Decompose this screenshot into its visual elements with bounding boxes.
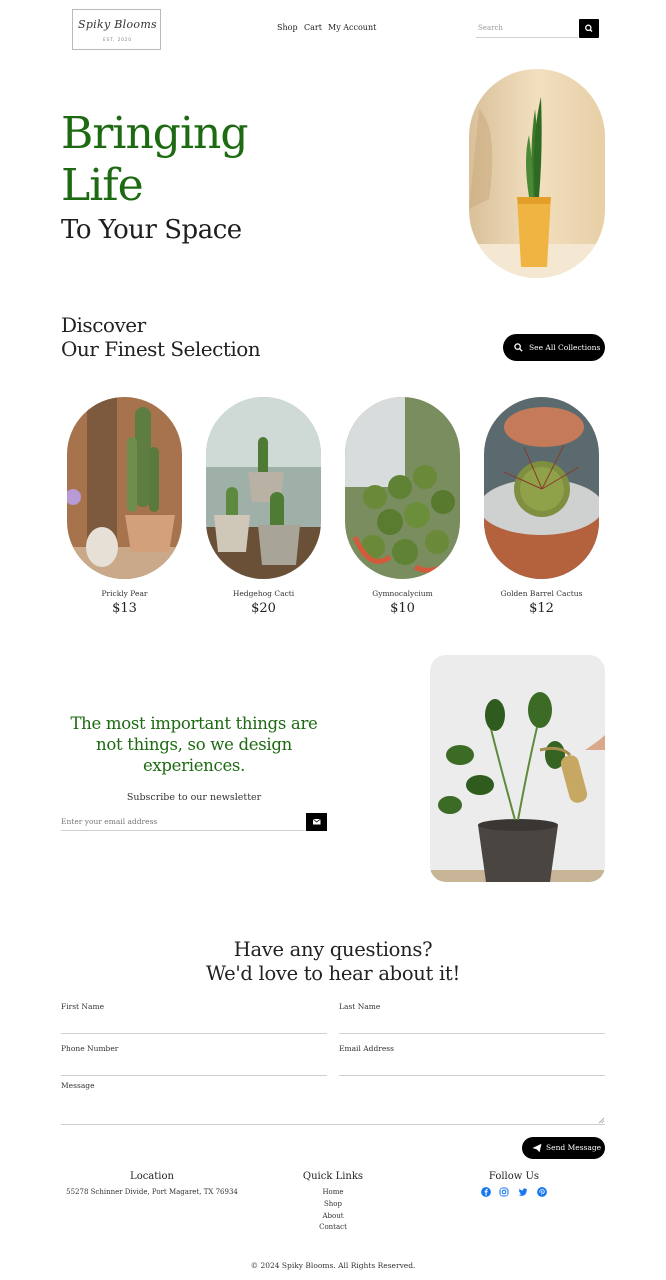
contact-heading-line2: We'd love to hear about it!: [205, 962, 461, 985]
discover-heading: Discover Our Finest Selection: [61, 313, 261, 361]
search-icon: [514, 343, 523, 352]
search-button[interactable]: [579, 19, 599, 38]
logo-subtext: EST. 2020: [103, 37, 132, 42]
product-card[interactable]: Prickly Pear $13: [67, 397, 182, 616]
footer-link-about[interactable]: About: [283, 1212, 383, 1220]
instagram-icon[interactable]: [499, 1187, 509, 1197]
hero-title: Bringing Life: [61, 108, 249, 212]
first-name-label: First Name: [61, 1002, 105, 1011]
discover-line2: Our Finest Selection: [61, 337, 261, 361]
product-card[interactable]: Gymnocalycium $10: [345, 397, 460, 616]
nav-cart[interactable]: Cart: [304, 23, 322, 32]
last-name-label: Last Name: [339, 1002, 381, 1011]
first-name-field[interactable]: [61, 1033, 327, 1034]
hero-image: [469, 69, 605, 278]
footer-location-title: Location: [130, 1171, 174, 1182]
pinterest-icon[interactable]: [537, 1187, 547, 1197]
footer-link-home[interactable]: Home: [283, 1188, 383, 1196]
product-card[interactable]: Hedgehog Cacti $20: [206, 397, 321, 616]
discover-line1: Discover: [61, 313, 146, 337]
footer-quick-links-title: Quick Links: [302, 1171, 364, 1182]
newsletter-quote: The most important things are not things…: [70, 714, 318, 775]
last-name-field[interactable]: [339, 1033, 605, 1034]
copyright-text: © 2024 Spiky Blooms. All Rights Reserved…: [250, 1261, 416, 1270]
product-name: Gymnocalycium: [372, 589, 433, 598]
envelope-icon: [312, 818, 321, 825]
product-name: Prickly Pear: [101, 589, 148, 598]
search-input[interactable]: Search: [476, 19, 578, 38]
contact-heading-line1: Have any questions?: [233, 938, 433, 961]
send-message-button[interactable]: Send Message: [522, 1137, 605, 1159]
newsletter-label: Subscribe to our newsletter: [126, 792, 262, 803]
product-image: [206, 397, 321, 579]
watering-plant-image: [430, 655, 605, 882]
product-name: Golden Barrel Cactus: [500, 589, 583, 598]
product-image: [345, 397, 460, 579]
product-price: $13: [112, 601, 137, 616]
product-price: $12: [529, 601, 554, 616]
see-all-collections-button[interactable]: See All Collections: [503, 334, 605, 361]
twitter-icon[interactable]: [518, 1187, 528, 1197]
newsletter-submit-button[interactable]: [306, 813, 327, 831]
product-card[interactable]: Golden Barrel Cactus $12: [484, 397, 599, 616]
nav-shop[interactable]: Shop: [277, 23, 298, 32]
product-image: [67, 397, 182, 579]
message-field[interactable]: [61, 1124, 605, 1125]
logo-text: Spiky Blooms: [78, 18, 157, 31]
site-logo[interactable]: Spiky Blooms EST. 2020: [72, 9, 161, 50]
footer-address: 55278 Schinner Divide, Port Magaret, TX …: [66, 1188, 238, 1196]
email-address-label: Email Address: [339, 1044, 394, 1053]
resize-handle-icon[interactable]: [598, 1117, 605, 1124]
newsletter-email-input[interactable]: Enter your email address: [61, 813, 305, 831]
product-price: $20: [251, 601, 276, 616]
facebook-icon[interactable]: [481, 1187, 491, 1197]
footer-follow-title: Follow Us: [488, 1171, 540, 1182]
hero-title-line2: Life: [61, 160, 144, 211]
phone-number-field[interactable]: [61, 1075, 327, 1076]
email-address-field[interactable]: [339, 1075, 605, 1076]
product-name: Hedgehog Cacti: [232, 589, 295, 598]
hero-subtitle: To Your Space: [61, 215, 242, 245]
footer-link-contact[interactable]: Contact: [283, 1223, 383, 1231]
product-price: $10: [390, 601, 415, 616]
message-label: Message: [61, 1081, 95, 1090]
footer-link-shop[interactable]: Shop: [283, 1200, 383, 1208]
paper-plane-icon: [532, 1143, 542, 1153]
phone-number-label: Phone Number: [61, 1044, 119, 1053]
see-all-label: See All Collections: [529, 343, 601, 352]
hero-title-line1: Bringing: [61, 108, 249, 159]
send-message-label: Send Message: [546, 1143, 602, 1152]
contact-heading: Have any questions? We'd love to hear ab…: [0, 938, 666, 986]
product-image: [484, 397, 599, 579]
search-icon: [585, 24, 593, 32]
nav-my-account[interactable]: My Account: [328, 23, 376, 32]
